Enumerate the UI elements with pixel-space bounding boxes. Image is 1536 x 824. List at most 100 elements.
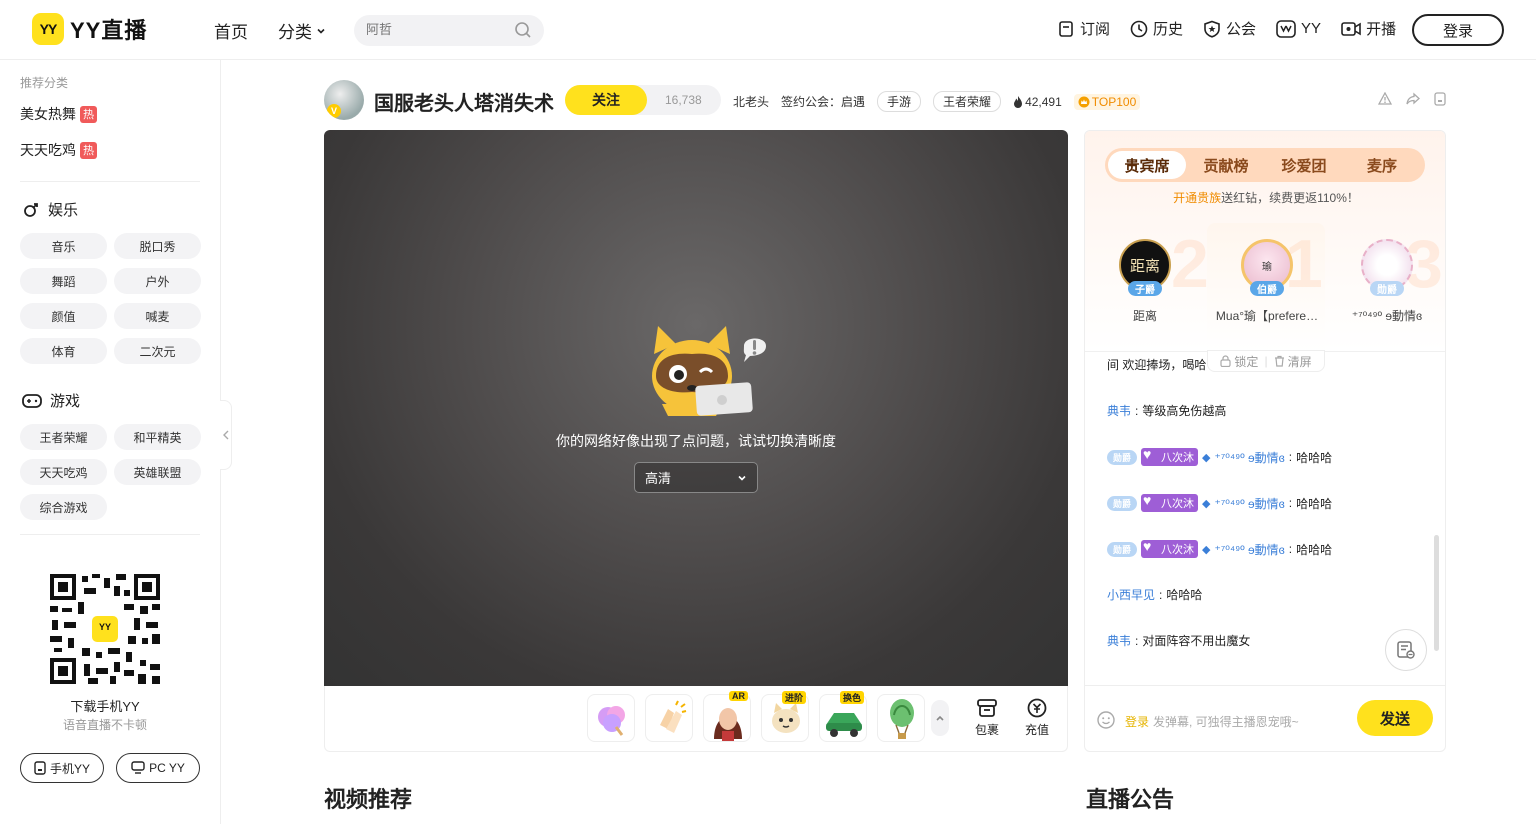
- yy-logo-text: YY直播: [70, 18, 148, 43]
- chat-user[interactable]: 典韦: [1107, 402, 1131, 419]
- top100-label: TOP100: [1091, 94, 1137, 109]
- chat-input[interactable]: 发弹幕, 可独得主播恩宠哦~: [1153, 713, 1299, 730]
- chat-user[interactable]: ⁺⁷⁰⁴⁹º ɘ動情ɞ: [1214, 495, 1284, 512]
- sidebar-item-dance[interactable]: 美女热舞 热: [20, 104, 97, 124]
- report-icon[interactable]: [1378, 92, 1392, 106]
- history-button[interactable]: 历史: [1130, 18, 1183, 39]
- lock-icon: [1220, 355, 1232, 367]
- fan-badge: 八次沐: [1141, 492, 1199, 512]
- chip-music[interactable]: 音乐: [20, 233, 107, 259]
- guild-info[interactable]: 签约公会：启遇: [781, 93, 865, 110]
- clear-button[interactable]: 清屏: [1274, 353, 1312, 370]
- follow-button[interactable]: 关注: [565, 85, 647, 115]
- nav-home[interactable]: 首页: [214, 18, 248, 43]
- emoji-icon[interactable]: [1097, 711, 1115, 729]
- chip-pubg[interactable]: 天天吃鸡: [20, 459, 107, 485]
- lock-button[interactable]: 锁定: [1220, 353, 1258, 370]
- share-icon[interactable]: [1406, 92, 1420, 106]
- chip-sports[interactable]: 体育: [20, 338, 107, 364]
- host-name[interactable]: 北老头: [733, 93, 769, 110]
- chat-login-link[interactable]: 登录: [1125, 713, 1149, 730]
- section-title: 游戏: [50, 393, 81, 410]
- top100-badge[interactable]: TOP100: [1073, 93, 1141, 110]
- main-nav: 首页 分类: [214, 18, 326, 43]
- hot-air-balloon-gift-icon: [890, 699, 914, 739]
- tab-mic-queue[interactable]: 麦序: [1343, 151, 1421, 179]
- streamer-avatar[interactable]: V: [324, 80, 364, 120]
- gift-item-green-car[interactable]: 换色: [819, 691, 867, 742]
- crown-coin-icon: [1078, 96, 1090, 107]
- chat-user[interactable]: ⁺⁷⁰⁴⁹º ɘ動情ɞ: [1214, 449, 1284, 466]
- vip-seat-1[interactable]: 1 瑜 伯爵 Mua°瑜【prefere…: [1207, 223, 1325, 351]
- gift-item-applause[interactable]: [645, 694, 693, 742]
- trash-icon: [1274, 355, 1284, 367]
- chat-user[interactable]: ⁺⁷⁰⁴⁹º ɘ動情ɞ: [1214, 541, 1284, 558]
- sidebar-collapse-button[interactable]: [220, 400, 232, 470]
- gift-badge-recolor: 换色: [839, 691, 864, 704]
- chat-scrollbar[interactable]: [1434, 535, 1439, 651]
- chat-user[interactable]: 小西早见: [1107, 586, 1155, 603]
- gift-item-balloon[interactable]: [877, 694, 925, 742]
- go-live-button[interactable]: 开播: [1341, 18, 1396, 39]
- gift-item-cat[interactable]: 进阶: [761, 691, 809, 742]
- chat-settings-button[interactable]: [1385, 629, 1427, 671]
- vip-name: 距离: [1132, 309, 1157, 323]
- tag-honor-of-kings[interactable]: 王者荣耀: [933, 91, 1002, 112]
- pc-yy-button[interactable]: PC YY: [116, 753, 200, 783]
- gift-item-ar-girl[interactable]: AR: [703, 691, 751, 742]
- rank-badge: 勋爵: [1107, 495, 1138, 511]
- chip-mc[interactable]: 喊麦: [114, 303, 201, 329]
- gift-expand-button[interactable]: [931, 700, 949, 736]
- chip-dance[interactable]: 舞蹈: [20, 268, 107, 294]
- mobile-watch-icon[interactable]: [1434, 92, 1446, 106]
- yy-logo-mark: YY: [32, 13, 64, 45]
- search-box: [354, 15, 544, 46]
- chat-text: 对面阵容不用出魔女: [1142, 634, 1251, 648]
- sidebar-item-label: 天天吃鸡: [20, 142, 76, 158]
- guild-button[interactable]: 公会: [1203, 18, 1256, 39]
- rank-label: 伯爵: [1250, 280, 1284, 296]
- yy-mascot-laptop-illustration: [652, 326, 766, 416]
- category-sidebar: 推荐分类 美女热舞 热 天天吃鸡 热 娱乐 音乐 脱口秀 舞蹈 户外 颜值 喊麦…: [0, 60, 221, 824]
- nav-category[interactable]: 分类: [278, 18, 326, 43]
- chip-honor-of-kings[interactable]: 王者荣耀: [20, 424, 107, 450]
- chip-general-games[interactable]: 综合游戏: [20, 494, 107, 520]
- divider: [20, 534, 200, 535]
- tag-mobile-game[interactable]: 手游: [877, 91, 922, 112]
- yy-logo[interactable]: YY YY直播: [32, 13, 147, 45]
- nobility-promo[interactable]: 开通贵族送红钻，续费更返110%！: [1085, 189, 1445, 206]
- sidebar-item-pubg[interactable]: 天天吃鸡 热: [20, 140, 97, 160]
- quality-select[interactable]: 高清: [634, 462, 758, 493]
- search-icon[interactable]: [514, 21, 532, 39]
- chip-peace-elite[interactable]: 和平精英: [114, 424, 201, 450]
- video-player[interactable]: 你的网络好像出现了点问题，试试切换清晰度 高清: [324, 130, 1068, 686]
- chip-looks[interactable]: 颜值: [20, 303, 107, 329]
- side-panel: 贵宾席 贡献榜 珍爱团 麦序 开通贵族送红钻，续费更返110%！ 2 距离 子爵…: [1084, 130, 1446, 752]
- rank-badge: 勋爵: [1107, 541, 1138, 557]
- chat-text: 等级高免伤越高: [1142, 404, 1227, 418]
- gift-item-cotton-candy[interactable]: [587, 694, 635, 742]
- section-entertainment: 娱乐: [22, 199, 78, 220]
- backpack-button[interactable]: 包裹: [967, 698, 1007, 738]
- chat-user[interactable]: 典韦: [1107, 632, 1131, 649]
- chip-talkshow[interactable]: 脱口秀: [114, 233, 201, 259]
- mobile-yy-button[interactable]: 手机YY: [20, 753, 104, 783]
- yy-client-button[interactable]: YY: [1276, 18, 1321, 39]
- search-input[interactable]: [366, 22, 506, 37]
- recharge-button[interactable]: 充值: [1017, 698, 1057, 738]
- login-button[interactable]: 登录: [1412, 14, 1504, 46]
- gamepad-icon: [22, 393, 42, 408]
- announcement-title: 直播公告: [1086, 787, 1175, 812]
- chip-acg[interactable]: 二次元: [114, 338, 201, 364]
- send-button[interactable]: 发送: [1357, 700, 1433, 736]
- tab-contribution[interactable]: 贡献榜: [1187, 151, 1265, 179]
- yy-client-label: YY: [1301, 20, 1322, 37]
- subscribe-button[interactable]: 订阅: [1057, 18, 1110, 39]
- vip-seat-2[interactable]: 2 距离 子爵 距离: [1085, 223, 1209, 351]
- chip-outdoor[interactable]: 户外: [114, 268, 201, 294]
- chip-lol[interactable]: 英雄联盟: [114, 459, 201, 485]
- recommend-title: 推荐分类: [20, 76, 69, 90]
- vip-seat-3[interactable]: 3 勋爵 ⁺⁷⁰⁴⁹º ɘ動情ɞ: [1327, 223, 1445, 351]
- tab-vip-seats[interactable]: 贵宾席: [1108, 151, 1186, 179]
- tab-fan-club[interactable]: 珍爱团: [1265, 151, 1343, 179]
